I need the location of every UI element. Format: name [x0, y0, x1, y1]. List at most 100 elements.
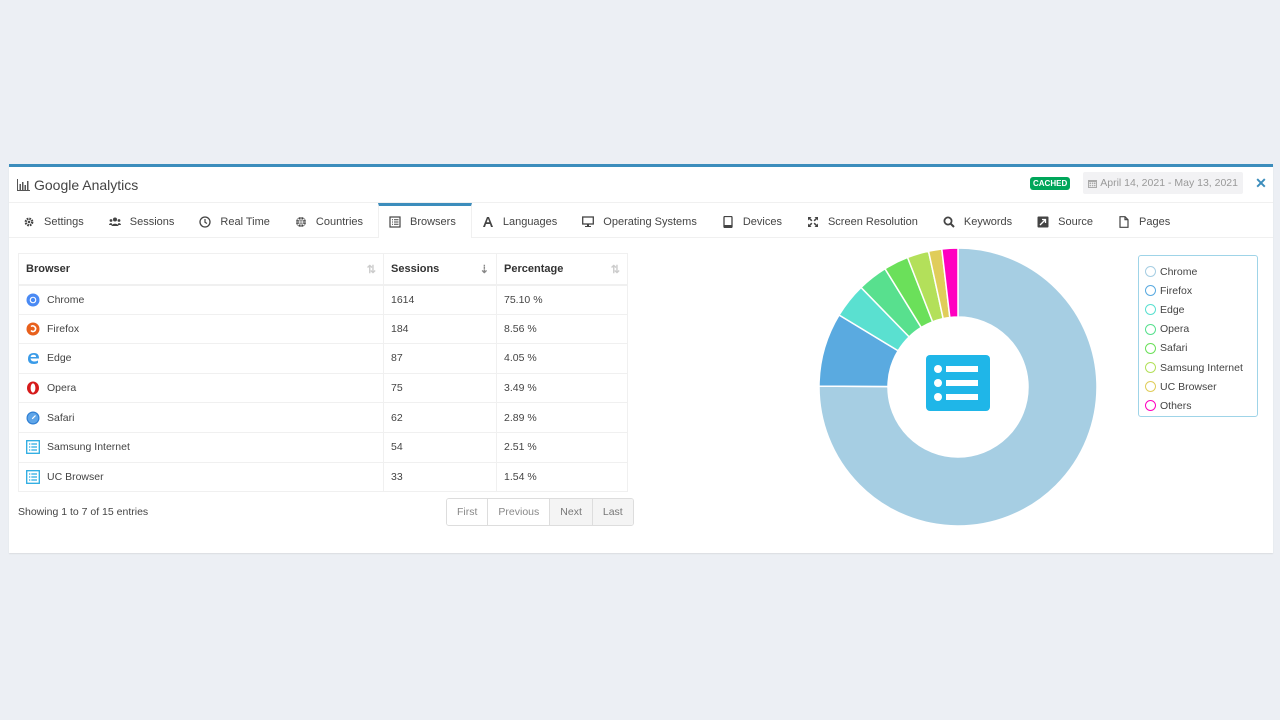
tab-devices[interactable]: Devices — [712, 203, 797, 237]
sessions-cell: 75 — [383, 372, 497, 404]
safari-icon — [26, 411, 40, 425]
percentage-cell: 2.51 % — [496, 431, 628, 463]
tab-settings[interactable]: Settings — [13, 203, 99, 237]
tab-pages[interactable]: Pages — [1108, 203, 1185, 237]
legend-marker — [1145, 362, 1156, 374]
table-row[interactable]: Samsung Internet 54 2.51 % — [18, 431, 628, 463]
table-row[interactable]: Safari 62 2.89 % — [18, 402, 628, 433]
expand-icon — [807, 216, 818, 227]
entries-info: Showing 1 to 7 of 15 entries — [18, 506, 149, 518]
legend-item[interactable]: Edge — [1145, 300, 1257, 319]
legend-marker — [1145, 400, 1156, 412]
tab-source[interactable]: Source — [1027, 203, 1108, 237]
previous-page-button[interactable]: Previous — [487, 499, 550, 525]
tab-keywords[interactable]: Keywords — [933, 203, 1027, 237]
browser-cell: Safari — [18, 402, 384, 433]
sort-icon[interactable]: ⇅ — [611, 263, 620, 276]
list-alt-icon — [926, 355, 990, 411]
tab-screen-resolution[interactable]: Screen Resolution — [797, 203, 933, 237]
legend-item[interactable]: Firefox — [1145, 281, 1257, 300]
chart-legend: Chrome Firefox Edge Opera Safari Samsung Inte… — [1138, 255, 1258, 417]
tablet-icon — [723, 215, 733, 228]
close-icon[interactable]: ✕ — [1255, 175, 1267, 192]
percentage-cell: 2.89 % — [496, 402, 628, 433]
opera-icon — [27, 381, 39, 395]
bar-chart-icon — [17, 178, 30, 191]
list-icon — [389, 216, 401, 228]
browser-cell: Edge — [18, 343, 384, 374]
legend-item[interactable]: Samsung Internet — [1145, 358, 1257, 377]
sessions-cell: 62 — [383, 402, 497, 433]
percentage-cell: 4.05 % — [496, 343, 628, 374]
pagination: First Previous Next Last — [446, 498, 634, 526]
tab-real-time[interactable]: Real Time — [189, 203, 285, 237]
sessions-cell: 54 — [383, 431, 497, 463]
first-page-button[interactable]: First — [447, 499, 488, 525]
legend-item[interactable]: UC Browser — [1145, 377, 1257, 396]
legend-marker — [1145, 323, 1156, 335]
percentage-cell: 3.49 % — [496, 372, 628, 404]
browser-cell: Opera — [18, 372, 384, 404]
font-icon — [482, 216, 493, 227]
list-alt-icon — [26, 469, 40, 484]
legend-item[interactable]: Others — [1145, 396, 1257, 415]
legend-marker — [1145, 304, 1156, 316]
percentage-cell: 8.56 % — [496, 313, 628, 345]
table-row[interactable]: Chrome 1614 75.10 % — [18, 284, 628, 315]
legend-marker — [1145, 381, 1156, 393]
date-range-picker[interactable]: April 14, 2021 - May 13, 2021 — [1083, 172, 1243, 194]
browser-cell: Samsung Internet — [18, 431, 384, 463]
table-row[interactable]: Firefox 184 8.56 % — [18, 313, 628, 345]
desktop-icon — [582, 215, 595, 227]
sessions-cell: 184 — [383, 313, 497, 345]
tab-browsers[interactable]: Browsers — [378, 203, 472, 238]
firefox-icon — [26, 322, 40, 336]
tab-languages[interactable]: Languages — [472, 203, 572, 237]
globe-icon — [295, 216, 306, 227]
list-alt-icon — [26, 440, 40, 455]
browser-cell: UC Browser — [18, 461, 384, 493]
browser-cell: Chrome — [18, 284, 384, 315]
browsers-table: Browser ⇅ Sessions ⇣ Percentage ⇅ Chrome 161… — [18, 253, 628, 493]
sort-amount-desc-icon[interactable]: ⇣ — [480, 263, 489, 276]
legend-marker — [1145, 266, 1156, 278]
external-link-icon — [1037, 216, 1049, 227]
table-row[interactable]: Edge 87 4.05 % — [18, 343, 628, 374]
last-page-button[interactable]: Last — [591, 499, 633, 525]
next-page-button[interactable]: Next — [549, 499, 592, 525]
legend-marker — [1145, 342, 1156, 354]
sessions-cell: 87 — [383, 343, 497, 374]
sort-icon[interactable]: ⇅ — [367, 263, 376, 276]
tab-sessions[interactable]: Sessions — [99, 203, 190, 237]
legend-item[interactable]: Chrome — [1145, 262, 1257, 281]
google-analytics-panel: Google Analytics CACHED April 14, 2021 -… — [9, 164, 1273, 553]
percentage-cell: 75.10 % — [496, 284, 628, 315]
table-row[interactable]: Opera 75 3.49 % — [18, 372, 628, 404]
legend-item[interactable]: Safari — [1145, 339, 1257, 358]
tab-operating-systems[interactable]: Operating Systems — [572, 203, 712, 237]
column-header-percentage[interactable]: Percentage ⇅ — [496, 253, 628, 286]
legend-marker — [1145, 285, 1156, 297]
clock-icon — [199, 215, 212, 228]
percentage-cell: 1.54 % — [496, 461, 628, 493]
gear-icon — [24, 217, 34, 226]
tab-bar: Settings Sessions Real Time Countries Browse… — [9, 203, 1273, 238]
legend-item[interactable]: Opera — [1145, 320, 1257, 339]
column-header-sessions[interactable]: Sessions ⇣ — [383, 253, 497, 286]
edge-icon — [28, 353, 39, 365]
sessions-cell: 33 — [383, 461, 497, 493]
panel-title: Google Analytics — [17, 177, 138, 193]
browser-cell: Firefox — [18, 313, 384, 345]
users-icon — [108, 217, 121, 226]
chrome-icon — [26, 293, 40, 307]
sessions-cell: 1614 — [383, 284, 497, 315]
tab-countries[interactable]: Countries — [285, 203, 378, 237]
table-row[interactable]: UC Browser 33 1.54 % — [18, 461, 628, 493]
search-icon — [943, 216, 955, 228]
file-icon — [1119, 215, 1129, 228]
column-header-browser[interactable]: Browser ⇅ — [18, 253, 384, 286]
browsers-donut-chart — [818, 247, 1098, 527]
panel-header: Google Analytics CACHED April 14, 2021 -… — [9, 167, 1273, 203]
calendar-icon — [1088, 179, 1098, 188]
cached-badge: CACHED — [1030, 176, 1071, 190]
